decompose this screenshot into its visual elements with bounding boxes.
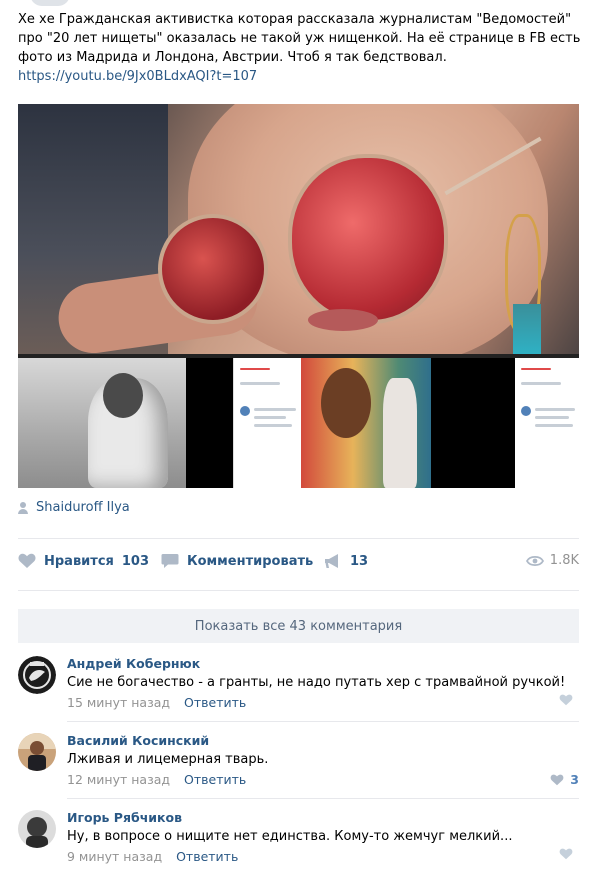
megaphone-icon <box>325 554 338 568</box>
comment-like-button[interactable] <box>559 848 579 860</box>
share-button[interactable]: 13 <box>324 553 368 569</box>
thumbnail-photo-2[interactable] <box>301 358 431 488</box>
heart-icon <box>559 848 573 860</box>
comment-author[interactable]: Василий Косинский <box>67 733 209 748</box>
comment-text: Сие не богачество - а гранты, не надо пу… <box>67 675 566 690</box>
comment-time[interactable]: 15 минут назад <box>67 695 170 710</box>
thumbnail-black-1[interactable] <box>186 358 233 488</box>
show-all-comments-button[interactable]: Показать все 43 комментария <box>18 609 579 643</box>
comment-time[interactable]: 9 минут назад <box>67 849 162 864</box>
post-actions: Нравится 103 Комментировать 13 1.8K <box>18 553 579 575</box>
comment-meta: 9 минут назад Ответить <box>67 849 238 864</box>
divider <box>67 721 579 722</box>
comment-author[interactable]: Игорь Рябчиков <box>67 810 182 825</box>
speech-bubble-icon <box>161 554 179 568</box>
post-media-gallery[interactable] <box>18 104 579 488</box>
thumbnail-photo-1[interactable] <box>18 358 186 488</box>
eye-icon <box>525 555 544 566</box>
thumbnail-screenshot-2[interactable] <box>515 358 579 488</box>
comment-like-button[interactable] <box>559 694 579 706</box>
heart-icon <box>559 694 573 706</box>
post-author[interactable]: Shaiduroff Ilya <box>18 500 130 515</box>
divider <box>18 590 579 591</box>
comment-meta: 12 минут назад Ответить <box>67 772 246 787</box>
previous-post-edge <box>30 0 70 6</box>
reply-button[interactable]: Ответить <box>184 772 246 787</box>
comment-item: Игорь Рябчиков Ну, в вопросе о нищите не… <box>18 810 579 866</box>
comment-like-count: 3 <box>570 772 579 787</box>
post-text: Хе хе Гражданская активистка которая рас… <box>18 12 581 65</box>
heart-icon <box>18 553 36 568</box>
views-counter: 1.8K <box>525 553 579 568</box>
reply-button[interactable]: Ответить <box>176 849 238 864</box>
post-body: Хе хе Гражданская активистка которая рас… <box>18 10 583 86</box>
comment-meta: 15 минут назад Ответить <box>67 695 246 710</box>
views-count: 1.8K <box>549 553 579 568</box>
person-icon <box>18 501 28 514</box>
main-photo[interactable] <box>18 104 579 354</box>
heart-icon <box>550 774 564 785</box>
comment-item: Андрей Кобернюк Сие не богачество - а гр… <box>18 656 579 712</box>
divider <box>18 538 579 539</box>
comment-like-button[interactable]: 3 <box>550 772 579 787</box>
divider <box>67 798 579 799</box>
comment-label: Комментировать <box>187 553 314 569</box>
author-name[interactable]: Shaiduroff Ilya <box>36 500 130 515</box>
comment-text: Ну, в вопросе о нищите нет единства. Ком… <box>67 829 513 844</box>
comment-button[interactable]: Комментировать <box>161 553 313 569</box>
avatar[interactable] <box>18 656 56 694</box>
thumbnail-screenshot-1[interactable] <box>233 358 301 488</box>
thumbnail-black-2[interactable] <box>431 358 515 488</box>
like-label: Нравится <box>44 553 114 569</box>
comment-text: Лживая и лицемерная тварь. <box>67 752 269 767</box>
reply-button[interactable]: Ответить <box>184 695 246 710</box>
like-button[interactable]: Нравится 103 <box>18 553 149 569</box>
like-count: 103 <box>121 553 150 569</box>
comment-author[interactable]: Андрей Кобернюк <box>67 656 200 671</box>
comment-time[interactable]: 12 минут назад <box>67 772 170 787</box>
post-link[interactable]: https://youtu.be/9Jx0BLdxAQI?t=107 <box>18 67 583 86</box>
avatar[interactable] <box>18 733 56 771</box>
share-count: 13 <box>350 553 369 569</box>
avatar[interactable] <box>18 810 56 848</box>
comment-item: Василий Косинский Лживая и лицемерная тв… <box>18 733 579 789</box>
